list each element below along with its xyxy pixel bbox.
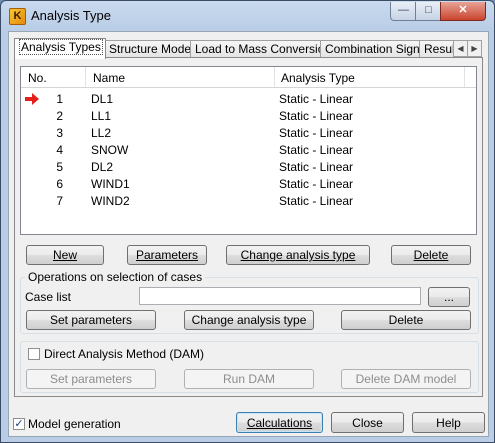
row-name: WIND2 <box>91 194 130 208</box>
column-header-analysis-type[interactable]: Analysis Type <box>281 71 355 85</box>
load-case-list[interactable]: No. Name Analysis Type 1 DL1 Static - Li… <box>20 66 477 235</box>
analysis-types-panel: No. Name Analysis Type 1 DL1 Static - Li… <box>14 57 483 397</box>
tab-analysis-types[interactable]: Analysis Types <box>14 38 106 59</box>
current-case-arrow-icon <box>25 93 39 105</box>
delete-button-label: Delete <box>413 248 449 262</box>
model-generation-label[interactable]: Model generation <box>28 417 121 431</box>
model-generation-checkbox[interactable]: ✓ <box>13 418 25 430</box>
row-number: 4 <box>56 143 63 157</box>
app-icon: K <box>9 8 26 25</box>
row-number: 7 <box>56 194 63 208</box>
row-analysis-type: Static - Linear <box>279 177 354 191</box>
parameters-button[interactable]: Parameters <box>127 245 207 265</box>
delete-dam-model-button[interactable]: Delete DAM model <box>341 369 471 389</box>
help-button[interactable]: Help <box>412 412 485 433</box>
tab-scroll-left-icon[interactable]: ◀ <box>453 40 468 57</box>
row-analysis-type: Static - Linear <box>279 160 354 174</box>
dialog-body: Analysis Types Structure Model Load to M… <box>8 31 489 437</box>
row-number: 3 <box>56 126 63 140</box>
tab-structure-model[interactable]: Structure Model <box>104 40 194 58</box>
list-header: No. Name Analysis Type <box>21 67 476 88</box>
row-number: 1 <box>56 92 63 106</box>
tab-combination-sign[interactable]: Combination Sign <box>320 40 423 58</box>
row-analysis-type: Static - Linear <box>279 109 354 123</box>
row-name: LL2 <box>91 126 112 140</box>
row-name: DL2 <box>91 160 114 174</box>
column-divider[interactable] <box>464 67 465 87</box>
row-analysis-type: Static - Linear <box>279 194 354 208</box>
row-number: 5 <box>56 160 63 174</box>
row-analysis-type: Static - Linear <box>279 92 354 106</box>
row-number: 2 <box>56 109 63 123</box>
row-analysis-type: Static - Linear <box>279 143 354 157</box>
dam-set-parameters-button[interactable]: Set parameters <box>26 369 156 389</box>
selection-delete-button[interactable]: Delete <box>341 310 471 330</box>
row-name: WIND1 <box>91 177 130 191</box>
column-divider[interactable] <box>274 67 275 87</box>
calculations-button-label: Calculations <box>246 415 313 430</box>
dam-checkbox-label[interactable]: Direct Analysis Method (DAM) <box>44 347 204 361</box>
delete-button[interactable]: Delete <box>391 245 471 265</box>
list-row[interactable]: 2 LL1 Static - Linear <box>21 108 476 125</box>
list-row[interactable]: 1 DL1 Static - Linear <box>21 91 476 108</box>
tab-load-to-mass-conversion[interactable]: Load to Mass Conversion <box>190 40 324 58</box>
new-button[interactable]: New <box>26 245 104 265</box>
change-analysis-type-button-label: Change analysis type <box>240 248 356 262</box>
row-name: DL1 <box>91 92 114 106</box>
column-header-no[interactable]: No. <box>28 71 47 85</box>
row-number: 6 <box>56 177 63 191</box>
dam-checkbox[interactable] <box>28 348 40 360</box>
calculations-button[interactable]: Calculations <box>236 412 323 433</box>
window-title: Analysis Type <box>31 8 111 23</box>
row-analysis-type: Static - Linear <box>279 126 354 140</box>
run-dam-button[interactable]: Run DAM <box>184 369 314 389</box>
list-row[interactable]: 4 SNOW Static - Linear <box>21 142 476 159</box>
list-row[interactable]: 6 WIND1 Static - Linear <box>21 176 476 193</box>
close-button[interactable]: Close <box>331 412 404 433</box>
column-header-name[interactable]: Name <box>93 71 125 85</box>
list-row[interactable]: 3 LL2 Static - Linear <box>21 125 476 142</box>
tab-strip: Analysis Types Structure Model Load to M… <box>14 38 482 59</box>
case-list-label: Case list <box>25 290 72 304</box>
selection-group-label: Operations on selection of cases <box>25 270 206 284</box>
list-row[interactable]: 7 WIND2 Static - Linear <box>21 193 476 210</box>
row-name: LL1 <box>91 109 112 123</box>
close-icon[interactable]: ✕ <box>440 2 486 21</box>
analysis-type-window: K Analysis Type — □ ✕ Analysis Types Str… <box>0 0 495 443</box>
selection-set-parameters-button[interactable]: Set parameters <box>26 310 156 330</box>
column-divider[interactable] <box>85 67 86 87</box>
case-list-browse-button[interactable]: ... <box>428 287 470 307</box>
maximize-icon[interactable]: □ <box>415 2 442 21</box>
case-list-input[interactable] <box>139 287 421 305</box>
new-button-label: New <box>52 248 77 262</box>
title-bar[interactable]: K Analysis Type — □ ✕ <box>1 1 494 31</box>
row-name: SNOW <box>91 143 129 157</box>
tab-scroll-right-icon[interactable]: ▶ <box>467 40 482 57</box>
change-analysis-type-button[interactable]: Change analysis type <box>226 245 370 265</box>
list-row[interactable]: 5 DL2 Static - Linear <box>21 159 476 176</box>
minimize-icon[interactable]: — <box>390 2 417 21</box>
parameters-button-label: Parameters <box>135 248 199 262</box>
selection-change-analysis-type-button[interactable]: Change analysis type <box>184 310 314 330</box>
